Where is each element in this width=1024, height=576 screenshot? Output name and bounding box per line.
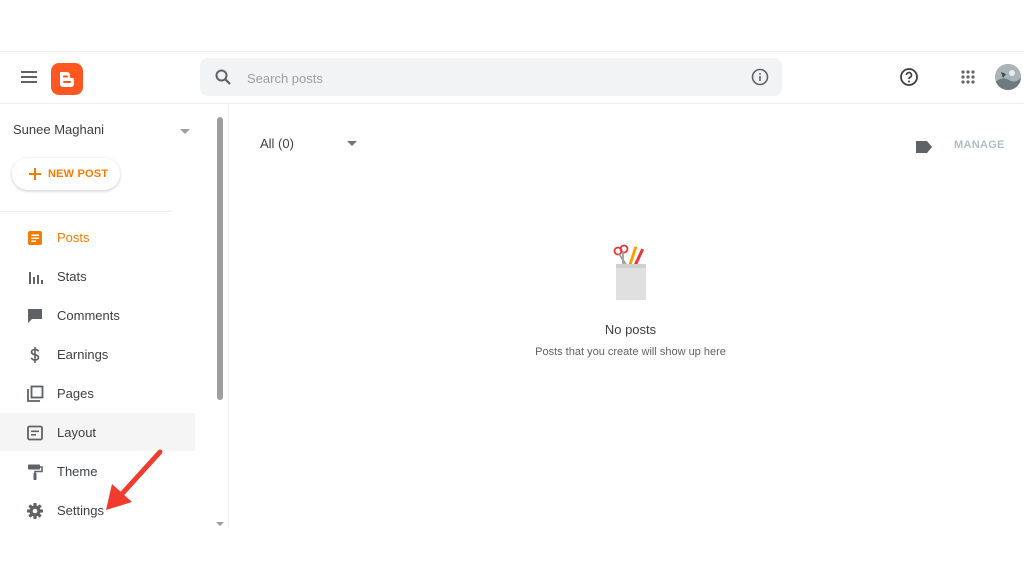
apps-grid-icon[interactable] — [960, 69, 976, 85]
manage-button[interactable]: MANAGE — [954, 139, 1005, 151]
blog-name: Sunee Maghani — [13, 122, 105, 137]
caret-down-icon — [347, 141, 357, 146]
blogger-logo[interactable] — [51, 63, 83, 95]
sidebar-scrollbar-thumb[interactable] — [217, 117, 223, 400]
blog-selector[interactable]: Sunee Maghani — [13, 122, 198, 144]
layout-icon — [26, 424, 44, 442]
sidebar-item-label: Posts — [57, 230, 90, 245]
empty-state-title: No posts — [604, 322, 657, 337]
pencil-cup-illustration — [609, 244, 653, 302]
dollar-icon — [26, 346, 44, 364]
comments-icon — [26, 307, 44, 325]
gear-icon — [26, 502, 44, 520]
sidebar-item-posts[interactable]: Posts — [0, 218, 195, 256]
search-icon[interactable] — [214, 68, 232, 86]
app-header — [0, 52, 1024, 104]
empty-state-subtitle: Posts that you create will show up here — [535, 346, 726, 358]
sidebar-item-layout[interactable]: Layout — [0, 413, 195, 451]
search-input[interactable] — [245, 58, 729, 98]
paint-roller-icon — [26, 463, 44, 481]
posts-icon — [26, 229, 44, 247]
caret-down-icon — [180, 129, 190, 134]
sidebar-item-label: Theme — [57, 464, 98, 479]
sidebar-item-label: Settings — [57, 503, 104, 518]
sidebar-divider — [0, 211, 172, 212]
new-post-label: NEW POST — [48, 168, 109, 180]
sidebar-item-label: Comments — [57, 308, 120, 323]
help-icon[interactable] — [899, 67, 919, 87]
plus-icon — [28, 167, 42, 181]
sidebar-item-label: Earnings — [57, 347, 109, 362]
post-filter-dropdown[interactable]: All (0) — [260, 133, 360, 155]
sidebar-item-pages[interactable]: Pages — [0, 374, 195, 412]
stats-icon — [26, 268, 44, 286]
sidebar-item-comments[interactable]: Comments — [0, 296, 195, 334]
sidebar-item-theme[interactable]: Theme — [0, 452, 195, 490]
avatar[interactable] — [995, 64, 1021, 90]
menu-icon[interactable] — [19, 67, 39, 87]
pages-icon — [26, 385, 44, 403]
sidebar-item-stats[interactable]: Stats — [0, 257, 195, 295]
post-filter-label: All (0) — [260, 136, 294, 151]
info-icon[interactable] — [751, 68, 769, 86]
search-bar — [200, 58, 782, 98]
sidebar-item-label: Pages — [57, 386, 94, 401]
sidebar-item-label: Layout — [57, 425, 97, 440]
annotation-arrow-icon — [100, 448, 164, 514]
label-tag-icon[interactable] — [915, 140, 933, 154]
sidebar-item-earnings[interactable]: Earnings — [0, 335, 195, 373]
sidebar-item-settings[interactable]: Settings — [0, 491, 195, 529]
scroll-down-arrow-icon[interactable] — [216, 522, 224, 526]
posts-panel: All (0) MANAGE No posts Posts that you c… — [229, 104, 1024, 526]
new-post-button[interactable]: NEW POST — [12, 158, 120, 190]
sidebar-item-label: Stats — [57, 269, 87, 284]
